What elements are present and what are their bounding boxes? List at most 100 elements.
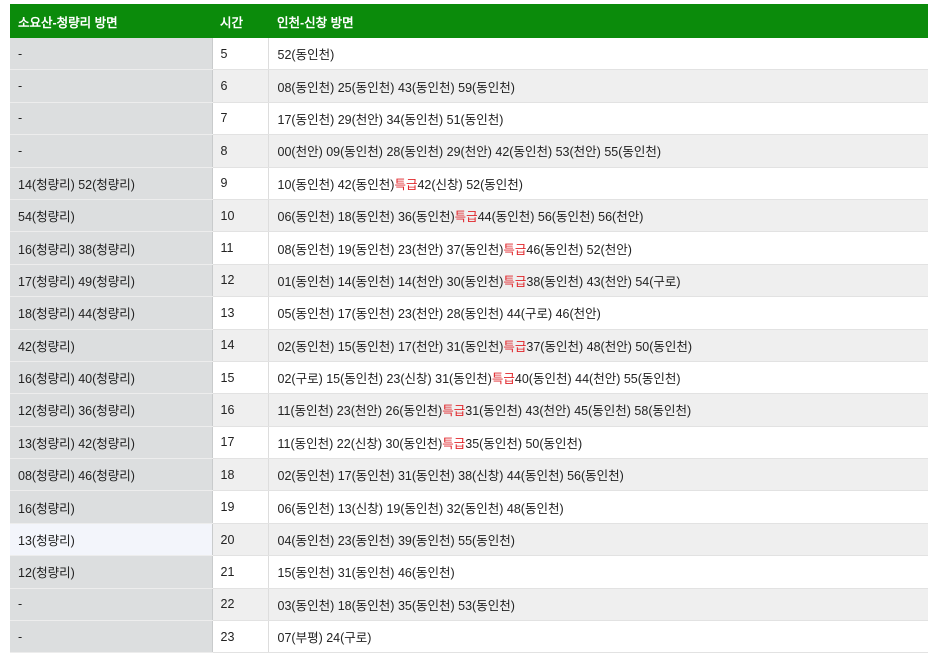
departure-time: 10(동인천): [277, 177, 335, 192]
departure-time: 38(신창): [458, 469, 504, 484]
departure-time: 50(동인천): [635, 339, 693, 354]
departure-time: 37(동인천): [446, 242, 504, 257]
timetable-row: 54(청량리) 10 06(동인천) 18(동인천) 36(동인천)특급44(동인천…: [10, 199, 928, 233]
departure-time: 15(동인천): [277, 566, 335, 581]
outbound-departures-cell: 07(부평) 24(구로): [268, 620, 928, 654]
departure-time: 14(동인천): [337, 274, 395, 289]
outbound-departures-cell: 02(동인천) 15(동인천) 17(천안) 31(동인천)특급37(동인천) …: [268, 329, 928, 362]
departure-time: 11(동인천): [277, 404, 334, 419]
outbound-departures-cell: 02(구로) 15(동인천) 23(신창) 31(동인천)특급40(동인천) 4…: [268, 361, 928, 395]
inbound-departures-cell: 14(청량리) 52(청량리): [10, 167, 213, 200]
departure-time: 48(동인천): [506, 501, 564, 516]
departure-time: 45(동인천): [574, 404, 631, 419]
departure-time: 52(천안): [586, 242, 632, 257]
timetable-row: -5 52(동인천): [10, 38, 928, 71]
hour-cell: 6: [212, 69, 269, 103]
express-badge: 특급: [454, 210, 478, 225]
inbound-departures-cell: 16(청량리) 40(청량리): [10, 361, 213, 395]
outbound-departures-cell: 02(동인천) 17(동인천) 31(동인천) 38(신창) 44(동인천) 5…: [268, 458, 928, 492]
departure-time: 51(동인천): [446, 112, 504, 127]
departure-time: 44(구로): [506, 307, 553, 322]
departure-time: 53(동인천): [458, 598, 515, 613]
inbound-departures-cell: -: [10, 588, 213, 622]
departure-time: 44(동인천): [477, 210, 535, 225]
inbound-departures-cell: 18(청량리) 44(청량리): [10, 296, 213, 330]
inbound-departures-cell: 13(청량리): [10, 523, 213, 557]
timetable-row: 16(청량리) 38(청량리) 11 08(동인천) 19(동인천) 23(천안) …: [10, 231, 928, 265]
hour-cell: 14: [212, 329, 269, 362]
departure-time: 15(동인천): [326, 372, 383, 387]
departure-time: 24(구로): [326, 631, 372, 646]
timetable-row: 13(청량리) 42(청량리) 17 11(동인천) 22(신창) 30(동인천)특…: [10, 426, 928, 460]
hour-cell: 9: [212, 167, 269, 200]
timetable-row: 13(청량리) 20 04(동인천) 23(동인천) 39(동인천) 55(동인천): [10, 523, 928, 557]
inbound-departures-cell: 12(청량리): [10, 555, 213, 589]
departure-time: 46(동인천): [397, 566, 455, 581]
departure-time: 23(신창): [386, 372, 432, 387]
departure-time: 23(천안): [336, 404, 383, 419]
outbound-departures-cell: 17(동인천) 29(천안) 34(동인천) 51(동인천): [268, 102, 928, 136]
hour-cell: 11: [212, 231, 269, 265]
departure-time: 31(동인천): [446, 339, 504, 354]
departure-time: 55(동인천): [458, 534, 515, 549]
express-badge: 특급: [503, 242, 527, 257]
inbound-departures-cell: -: [10, 620, 213, 654]
departure-time: 58(동인천): [634, 404, 692, 419]
departure-time: 43(천안): [525, 404, 571, 419]
inbound-departures-cell: 17(청량리) 49(청량리): [10, 264, 213, 298]
hour-cell: 18: [212, 458, 269, 492]
departure-time: 42(신창): [417, 177, 463, 192]
timetable-row: 12(청량리) 21 15(동인천) 31(동인천) 46(동인천): [10, 555, 928, 589]
timetable-row: -7 17(동인천) 29(천안) 34(동인천) 51(동인천): [10, 102, 928, 136]
departure-time: 23(동인천): [337, 534, 395, 549]
inbound-departures-cell: 16(청량리) 38(청량리): [10, 231, 213, 265]
departure-time: 23(천안): [397, 307, 444, 322]
express-badge: 특급: [491, 372, 515, 387]
departure-time: 15(동인천): [337, 339, 395, 354]
departure-time: 30(동인천): [385, 436, 443, 451]
express-badge: 특급: [442, 404, 466, 419]
outbound-departures-cell: 15(동인천) 31(동인천) 46(동인천): [268, 555, 928, 589]
departure-time: 56(천안): [598, 210, 644, 225]
timetable-body: - 5 52(동인천) -6 08(동인천) 25(동인천) 43(동인천) 59(동인…: [10, 38, 928, 654]
outbound-departures-cell: 03(동인천) 18(동인천) 35(동인천) 53(동인천): [268, 588, 928, 622]
express-badge: 특급: [503, 339, 527, 354]
hour-cell: 21: [212, 555, 269, 589]
departure-time: 43(동인천): [397, 80, 455, 95]
departure-time: 08(동인천): [277, 242, 335, 257]
timetable-row: -8 00(천안) 09(동인천) 28(동인천) 29(천안) 42(동인천) …: [10, 134, 928, 168]
outbound-departures-cell: 00(천안) 09(동인천) 28(동인천) 29(천안) 42(동인천) 53…: [268, 134, 928, 168]
departure-time: 50(동인천): [525, 436, 583, 451]
departure-time: 44(천안): [575, 372, 621, 387]
departure-time: 18(동인천): [337, 598, 395, 613]
departure-time: 04(동인천): [277, 534, 335, 549]
outbound-departures-cell: 10(동인천) 42(동인천)특급42(신창) 52(동인천): [268, 167, 928, 200]
inbound-departures-cell: 54(청량리): [10, 199, 213, 233]
departure-time: 32(동인천): [446, 501, 504, 516]
inbound-departures-cell: -: [10, 102, 213, 136]
departure-time: 46(동인천): [526, 242, 584, 257]
departure-time: 31(동인천): [465, 404, 522, 419]
departure-time: 34(동인천): [386, 112, 444, 127]
departure-time: 01(동인천): [277, 274, 335, 289]
timetable-row: 12(청량리) 36(청량리) 16 11(동인천) 23(천안) 26(동인천)특…: [10, 393, 928, 427]
departure-time: 28(동인천): [446, 307, 504, 322]
departure-time: 52(동인천): [277, 48, 335, 63]
departure-time: 02(동인천): [277, 339, 335, 354]
hour-cell: 22: [212, 588, 269, 622]
hour-cell: 12: [212, 264, 269, 298]
departure-time: 55(동인천): [623, 372, 681, 387]
departure-time: 37(동인천): [526, 339, 584, 354]
departure-time: 18(동인천): [337, 210, 395, 225]
outbound-departures-cell: 06(동인천) 18(동인천) 36(동인천)특급44(동인천) 56(동인천)…: [268, 199, 928, 233]
departure-time: 31(동인천): [337, 566, 395, 581]
timetable-row: -6 08(동인천) 25(동인천) 43(동인천) 59(동인천): [10, 69, 928, 103]
header-row: 소요산-청량리 방면 시간 인천-신창 방면: [10, 4, 928, 38]
hour-cell: 5: [212, 38, 269, 71]
hour-cell: 10: [212, 199, 269, 233]
outbound-departures-cell: 04(동인천) 23(동인천) 39(동인천) 55(동인천): [268, 523, 928, 557]
departure-time: 28(동인천): [386, 145, 444, 160]
timetable-row: 08(청량리) 46(청량리) 18 02(동인천) 17(동인천) 31(동인천)…: [10, 458, 928, 492]
timetable-row: 42(청량리) 14 02(동인천) 15(동인천) 17(천안) 31(동인천)특…: [10, 329, 928, 362]
departure-time: 29(천안): [446, 145, 492, 160]
